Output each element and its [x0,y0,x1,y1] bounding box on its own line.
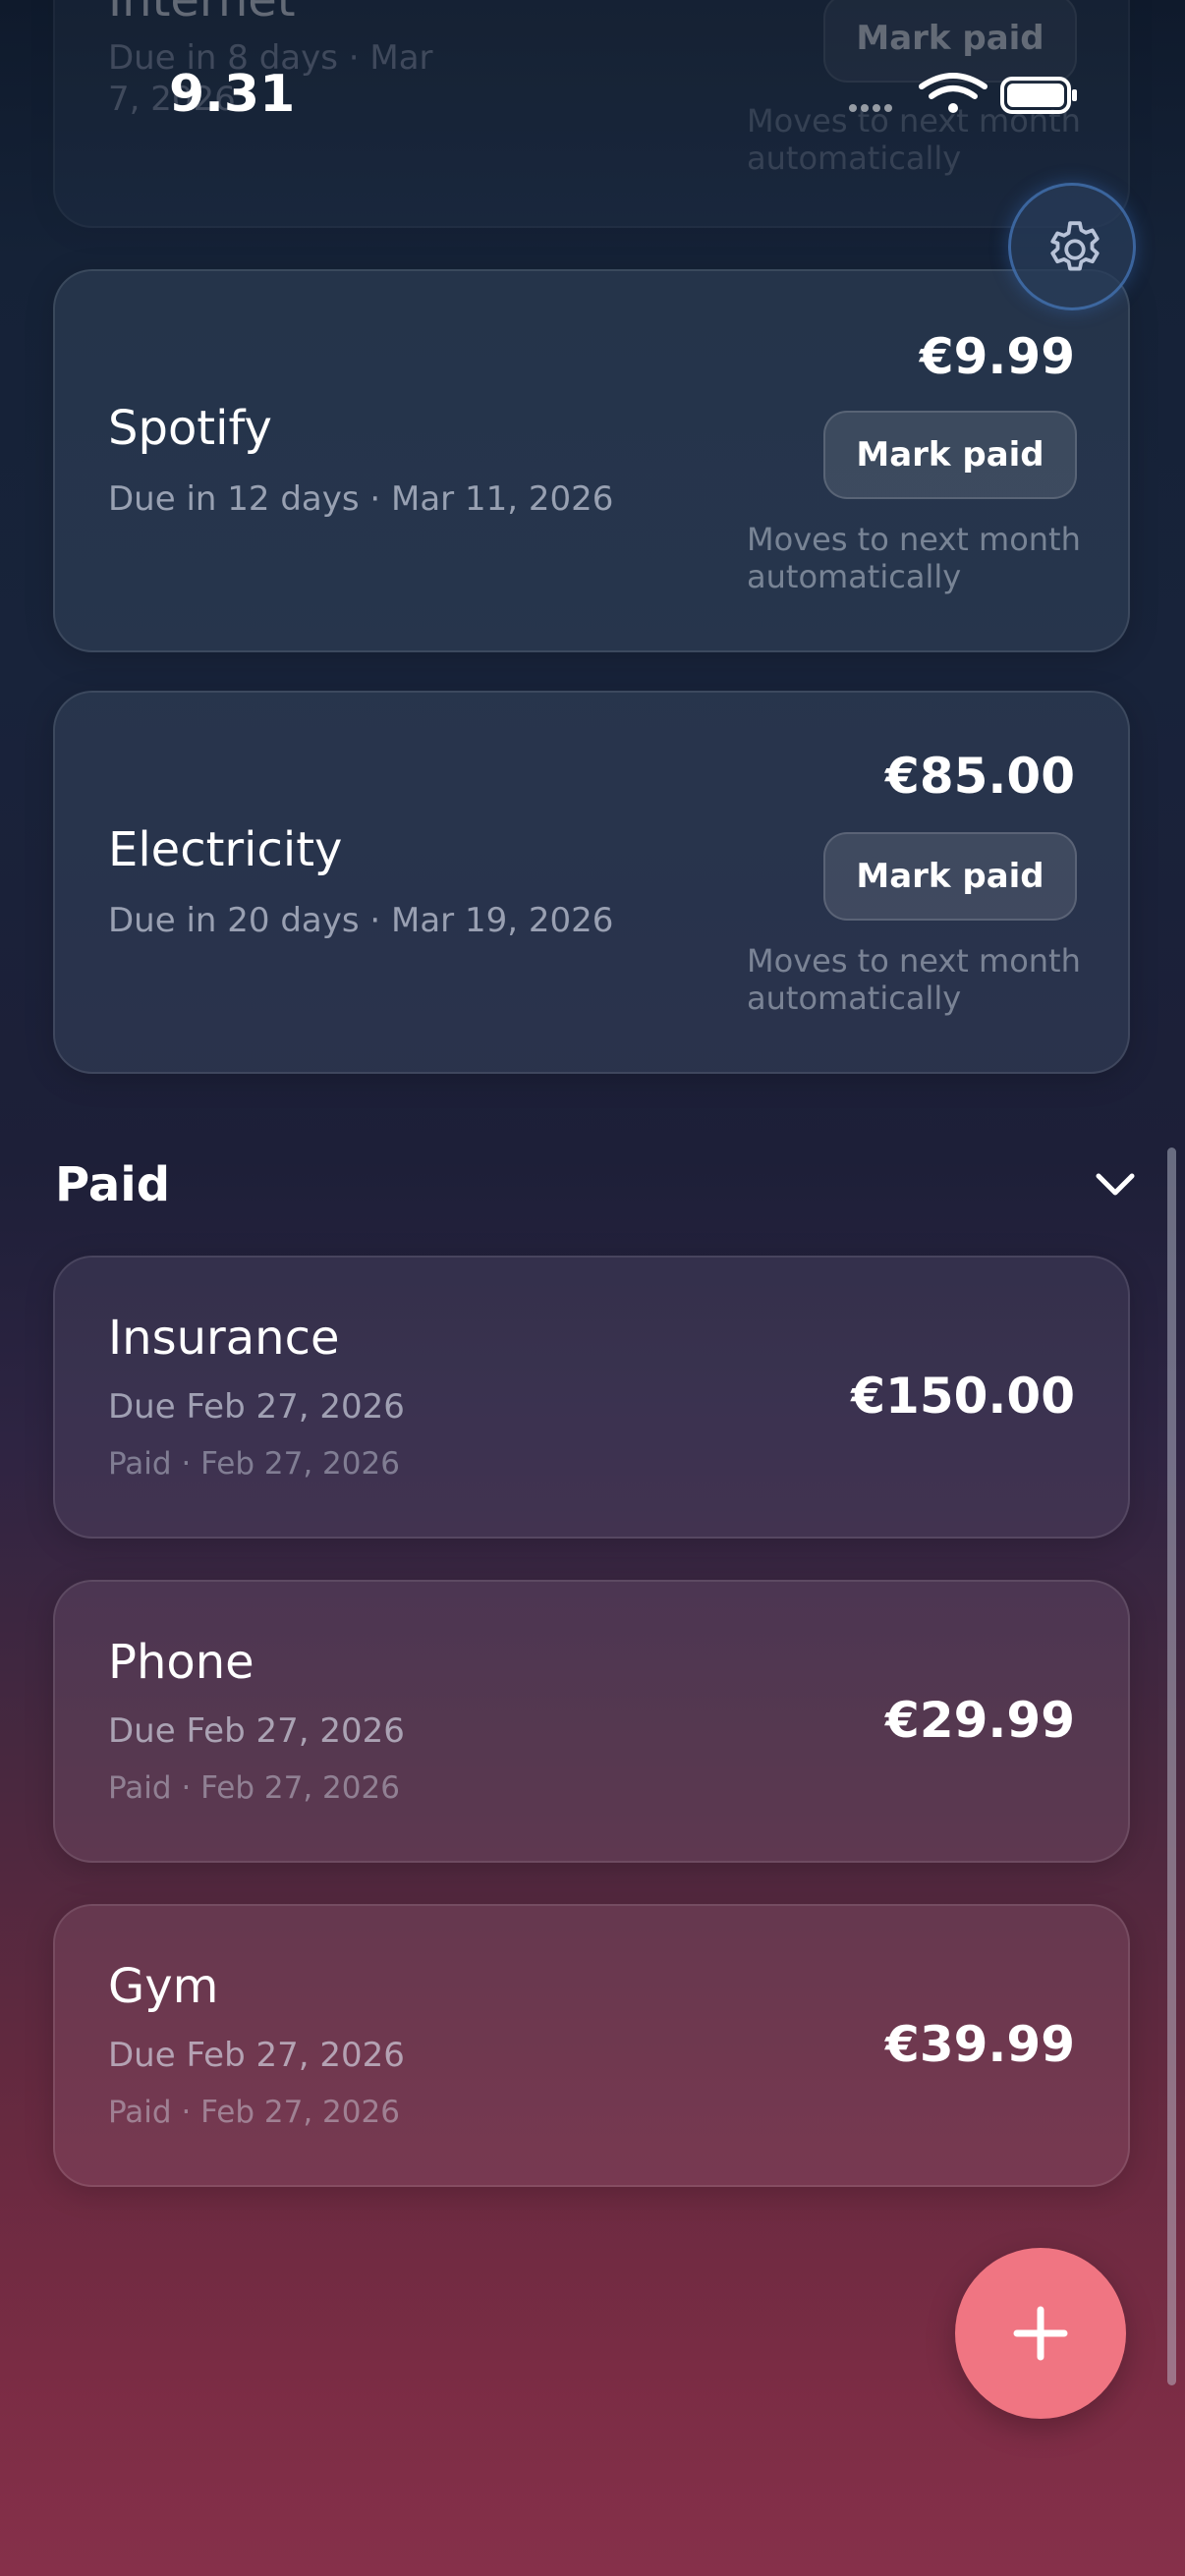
bill-amount: €29.99 [885,1692,1075,1749]
mark-paid-button[interactable]: Mark paid [823,411,1077,499]
status-time: 9.31 [169,65,296,124]
bill-card-electricity[interactable]: €85.00 Electricity Due in 20 days · Mar … [53,691,1130,1074]
bill-due-date: Due Feb 27, 2026 [108,2036,405,2075]
bill-paid-date: Paid · Feb 27, 2026 [108,1770,400,1806]
paid-card-gym[interactable]: Gym Due Feb 27, 2026 Paid · Feb 27, 2026… [53,1904,1130,2187]
bill-amount: €85.00 [885,748,1075,805]
bill-amount: €9.99 [919,328,1075,385]
bill-name: Electricity [108,822,343,877]
bill-name: Internet [108,0,296,28]
chevron-down-icon[interactable] [1093,1169,1138,1199]
bill-card-spotify[interactable]: €9.99 Spotify Due in 12 days · Mar 11, 2… [53,269,1130,652]
bill-amount: €150.00 [851,1368,1075,1425]
bill-paid-date: Paid · Feb 27, 2026 [108,1446,400,1482]
bill-name: Insurance [108,1311,340,1366]
status-icons [849,73,1077,114]
gear-icon [1050,221,1100,271]
settings-button[interactable] [1008,183,1136,310]
bill-due-date: Due Feb 27, 2026 [108,1711,405,1751]
bill-note: Moves to next month automatically [747,521,1081,595]
bill-due-date: Due in 20 days · Mar 19, 2026 [108,901,614,940]
bill-amount: €39.99 [885,2016,1075,2073]
bill-due-date: Due in 12 days · Mar 11, 2026 [108,479,614,519]
plus-icon [1013,2306,1068,2361]
paid-card-phone[interactable]: Phone Due Feb 27, 2026 Paid · Feb 27, 20… [53,1580,1130,1863]
bill-name: Spotify [108,401,272,456]
bill-name: Phone [108,1635,254,1690]
bill-note: Moves to next month automatically [747,942,1081,1017]
paid-section-title: Paid [55,1157,171,1212]
wifi-icon [919,73,988,113]
bill-name: Gym [108,1959,219,2014]
bill-due-date: Due Feb 27, 2026 [108,1387,405,1427]
paid-card-insurance[interactable]: Insurance Due Feb 27, 2026 Paid · Feb 27… [53,1256,1130,1539]
signal-dots-icon [849,104,892,112]
add-bill-button[interactable] [955,2248,1126,2419]
scrollbar[interactable] [1167,1148,1176,2385]
battery-icon [1000,77,1077,114]
mark-paid-button[interactable]: Mark paid [823,832,1077,921]
bill-paid-date: Paid · Feb 27, 2026 [108,2095,400,2130]
